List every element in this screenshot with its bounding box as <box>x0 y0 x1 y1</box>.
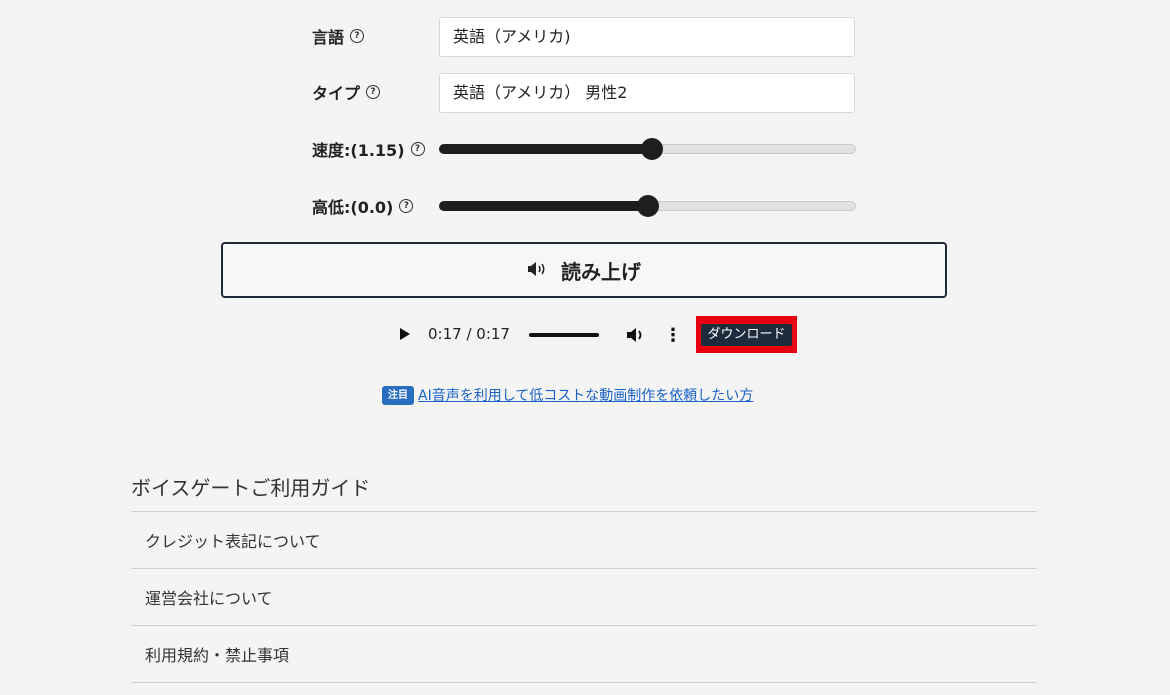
speed-label-row: 速度:(1.15) ? <box>312 129 425 169</box>
help-icon[interactable]: ? <box>410 142 425 156</box>
pitch-label: 高低:(0.0) <box>312 198 394 217</box>
volume-icon[interactable] <box>626 326 646 344</box>
type-select[interactable]: 英語（アメリカ） 男性2 <box>439 73 855 113</box>
read-aloud-button[interactable]: 読み上げ <box>221 242 947 298</box>
guide-item-terms[interactable]: 利用規約・禁止事項 <box>131 625 1037 683</box>
player-progress-bar[interactable] <box>529 333 599 337</box>
play-icon[interactable] <box>400 328 410 340</box>
guide-title: ボイスゲートご利用ガイド <box>131 476 371 500</box>
slider-fill <box>439 201 648 211</box>
guide-list: クレジット表記について 運営会社について 利用規約・禁止事項 <box>131 511 1037 683</box>
player-time: 0:17 / 0:17 <box>428 325 510 343</box>
audio-player: 0:17 / 0:17 ⋮ <box>380 310 690 360</box>
read-aloud-label: 読み上げ <box>561 259 641 284</box>
notice-badge: 注目 <box>382 385 414 405</box>
notice-link[interactable]: AI音声を利用して低コストな動画制作を依頼したい方 <box>418 385 753 405</box>
guide-item-company[interactable]: 運営会社について <box>131 568 1037 625</box>
type-label: タイプ <box>312 84 361 103</box>
speed-label: 速度:(1.15) <box>312 141 405 160</box>
pitch-label-row: 高低:(0.0) ? <box>312 186 414 226</box>
language-select[interactable]: 英語（アメリカ) <box>439 17 855 57</box>
language-label: 言語 <box>312 28 345 47</box>
download-button[interactable]: ダウンロード <box>701 323 792 346</box>
help-icon[interactable]: ? <box>350 29 365 43</box>
slider-fill <box>439 144 652 154</box>
language-label-row: 言語 ? <box>312 16 365 56</box>
help-icon[interactable]: ? <box>399 199 414 213</box>
speaker-icon <box>527 258 551 282</box>
speed-slider[interactable] <box>439 138 856 160</box>
type-label-row: タイプ ? <box>312 72 381 112</box>
guide-item-credit[interactable]: クレジット表記について <box>131 511 1037 568</box>
download-highlight: ダウンロード <box>696 316 797 353</box>
slider-thumb[interactable] <box>640 138 663 160</box>
help-icon[interactable]: ? <box>366 85 381 99</box>
slider-thumb[interactable] <box>636 195 659 217</box>
pitch-slider[interactable] <box>439 195 856 217</box>
notice: 注目 AI音声を利用して低コストな動画制作を依頼したい方 <box>382 385 753 405</box>
more-options-icon[interactable]: ⋮ <box>664 325 682 346</box>
